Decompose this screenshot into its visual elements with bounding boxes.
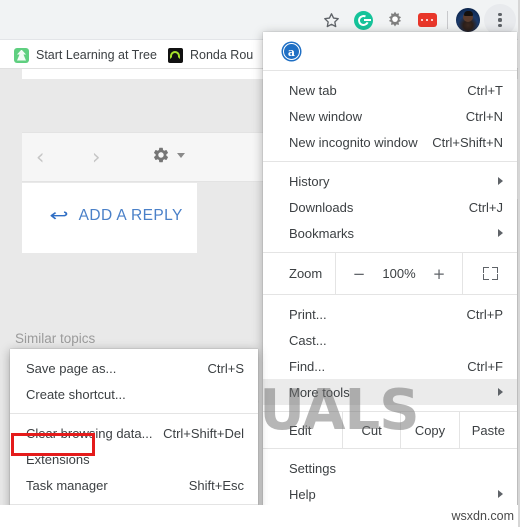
submenu-arrow-icon [498, 490, 503, 498]
previous-arrow-icon[interactable]: ‹ [36, 147, 44, 168]
zoom-level-value: 100% [382, 266, 416, 281]
chrome-main-menu: a New tab Ctrl+T New window Ctrl+N New i… [263, 32, 517, 527]
fullscreen-button[interactable] [463, 253, 517, 294]
menu-item-accelerator: Ctrl+Shift+N [432, 134, 503, 150]
menu-item-accelerator: Ctrl+J [468, 199, 503, 215]
copy-button[interactable]: Copy [400, 412, 458, 448]
submenu-item-clear-browsing-data[interactable]: Clear browsing data... Ctrl+Shift+Del [10, 420, 258, 446]
add-a-reply-label: ADD A REPLY [78, 207, 183, 224]
menu-item-label: New window [289, 108, 362, 124]
submenu-group-save: Save page as... Ctrl+S Create shortcut..… [10, 349, 258, 413]
menu-item-label: Bookmarks [289, 225, 355, 241]
menu-item-label: Downloads [289, 199, 354, 215]
menu-item-cast[interactable]: Cast... [263, 327, 517, 353]
menu-item-label: Clear browsing data... [26, 425, 153, 441]
settings-gear-icon[interactable] [152, 146, 170, 164]
menu-item-label: Save page as... [26, 360, 117, 376]
similar-topics-heading: Similar topics [15, 331, 96, 346]
avatar[interactable] [456, 8, 480, 32]
amazon-assistant-icon[interactable]: a [283, 42, 300, 60]
cut-button[interactable]: Cut [342, 412, 400, 448]
zoom-out-button[interactable]: − [352, 265, 366, 283]
menu-group-tools: Print... Ctrl+P Cast... Find... Ctrl+F M… [263, 295, 517, 411]
menu-item-label: More tools [289, 384, 350, 400]
menu-item-accelerator: Ctrl+T [467, 82, 503, 98]
menu-item-accelerator: Ctrl+S [207, 360, 244, 376]
treehouse-icon [14, 47, 29, 63]
menu-item-help[interactable]: Help [263, 481, 517, 507]
zoom-label: Zoom [289, 266, 323, 281]
menu-item-label: Settings [289, 460, 336, 476]
menu-item-settings[interactable]: Settings [263, 455, 517, 481]
chevron-down-icon[interactable] [177, 152, 185, 158]
submenu-group-tools: Clear browsing data... Ctrl+Shift+Del Ex… [10, 414, 258, 504]
zoom-in-button[interactable]: + [432, 265, 446, 283]
edit-label: Edit [289, 422, 312, 438]
menu-item-label: Cast... [289, 332, 327, 348]
grammarly-icon[interactable] [353, 10, 373, 30]
menu-extensions-row: a [263, 32, 517, 70]
menu-item-bookmarks[interactable]: Bookmarks [263, 220, 517, 246]
settings-gear-dropdown[interactable] [152, 146, 185, 164]
menu-item-label: Create shortcut... [26, 386, 126, 402]
menu-item-label: Print... [289, 306, 327, 322]
menu-item-label: Help [289, 486, 316, 502]
bookmark-label: Ronda Rou [190, 48, 254, 62]
submenu-arrow-icon [498, 177, 503, 185]
menu-item-find[interactable]: Find... Ctrl+F [263, 353, 517, 379]
bookmark-label: Start Learning at Tree [36, 48, 157, 62]
menu-item-new-incognito-window[interactable]: New incognito window Ctrl+Shift+N [263, 129, 517, 155]
toolbar-divider [447, 11, 448, 29]
menu-edit-row: Edit Cut Copy Paste [263, 412, 517, 448]
bookmark-item-ronda[interactable]: Ronda Rou [168, 44, 253, 66]
menu-item-new-tab[interactable]: New tab Ctrl+T [263, 77, 517, 103]
submenu-arrow-icon [498, 229, 503, 237]
menu-item-label: Extensions [26, 451, 90, 467]
reply-arrow-icon: ↩ [49, 205, 70, 226]
add-a-reply-button[interactable]: ↩ ADD A REPLY [49, 205, 183, 226]
menu-item-accelerator: Ctrl+F [467, 358, 503, 374]
browser-screenshot: ‹ › ↩ ADD A REPLY Similar topics Start L… [0, 0, 520, 527]
bottom-strip [0, 505, 520, 527]
paste-button[interactable]: Paste [458, 412, 517, 448]
submenu-arrow-icon [498, 388, 503, 396]
zoom-controls: − 100% + [335, 253, 463, 294]
more-tools-submenu: Save page as... Ctrl+S Create shortcut..… [10, 349, 258, 527]
menu-item-downloads[interactable]: Downloads Ctrl+J [263, 194, 517, 220]
menu-item-label: New incognito window [289, 134, 418, 150]
gray-extension-icon[interactable] [385, 10, 405, 30]
menu-group-settings: Settings Help [263, 449, 517, 513]
menu-item-new-window[interactable]: New window Ctrl+N [263, 103, 517, 129]
menu-item-accelerator: Ctrl+N [465, 108, 503, 124]
menu-group-library: History Downloads Ctrl+J Bookmarks [263, 162, 517, 252]
bookmark-item-treehouse[interactable]: Start Learning at Tree [14, 44, 157, 66]
menu-item-label: New tab [289, 82, 337, 98]
menu-item-print[interactable]: Print... Ctrl+P [263, 301, 517, 327]
video-icon [168, 47, 183, 63]
source-watermark: wsxdn.com [451, 509, 514, 523]
menu-item-label: Task manager [26, 477, 108, 493]
reply-card: ↩ ADD A REPLY [22, 183, 197, 253]
bookmark-star-icon[interactable] [322, 11, 341, 30]
menu-item-more-tools[interactable]: More tools [263, 379, 517, 405]
red-extension-icon[interactable] [417, 13, 437, 27]
submenu-item-save-page-as[interactable]: Save page as... Ctrl+S [10, 355, 258, 381]
fullscreen-icon[interactable] [482, 267, 498, 280]
next-arrow-icon[interactable]: › [92, 147, 100, 168]
menu-item-label: History [289, 173, 330, 189]
chrome-menu-icon[interactable] [498, 12, 502, 28]
menu-item-accelerator: Ctrl+P [466, 306, 503, 322]
menu-item-accelerator: Shift+Esc [188, 477, 244, 493]
menu-group-new: New tab Ctrl+T New window Ctrl+N New inc… [263, 71, 517, 161]
menu-zoom-row: Zoom − 100% + [263, 253, 517, 294]
submenu-item-create-shortcut[interactable]: Create shortcut... [10, 381, 258, 407]
menu-item-label: Find... [289, 358, 326, 374]
submenu-item-extensions[interactable]: Extensions [10, 446, 258, 472]
submenu-item-task-manager[interactable]: Task manager Shift+Esc [10, 472, 258, 498]
menu-item-accelerator: Ctrl+Shift+Del [163, 425, 244, 441]
menu-item-history[interactable]: History [263, 168, 517, 194]
